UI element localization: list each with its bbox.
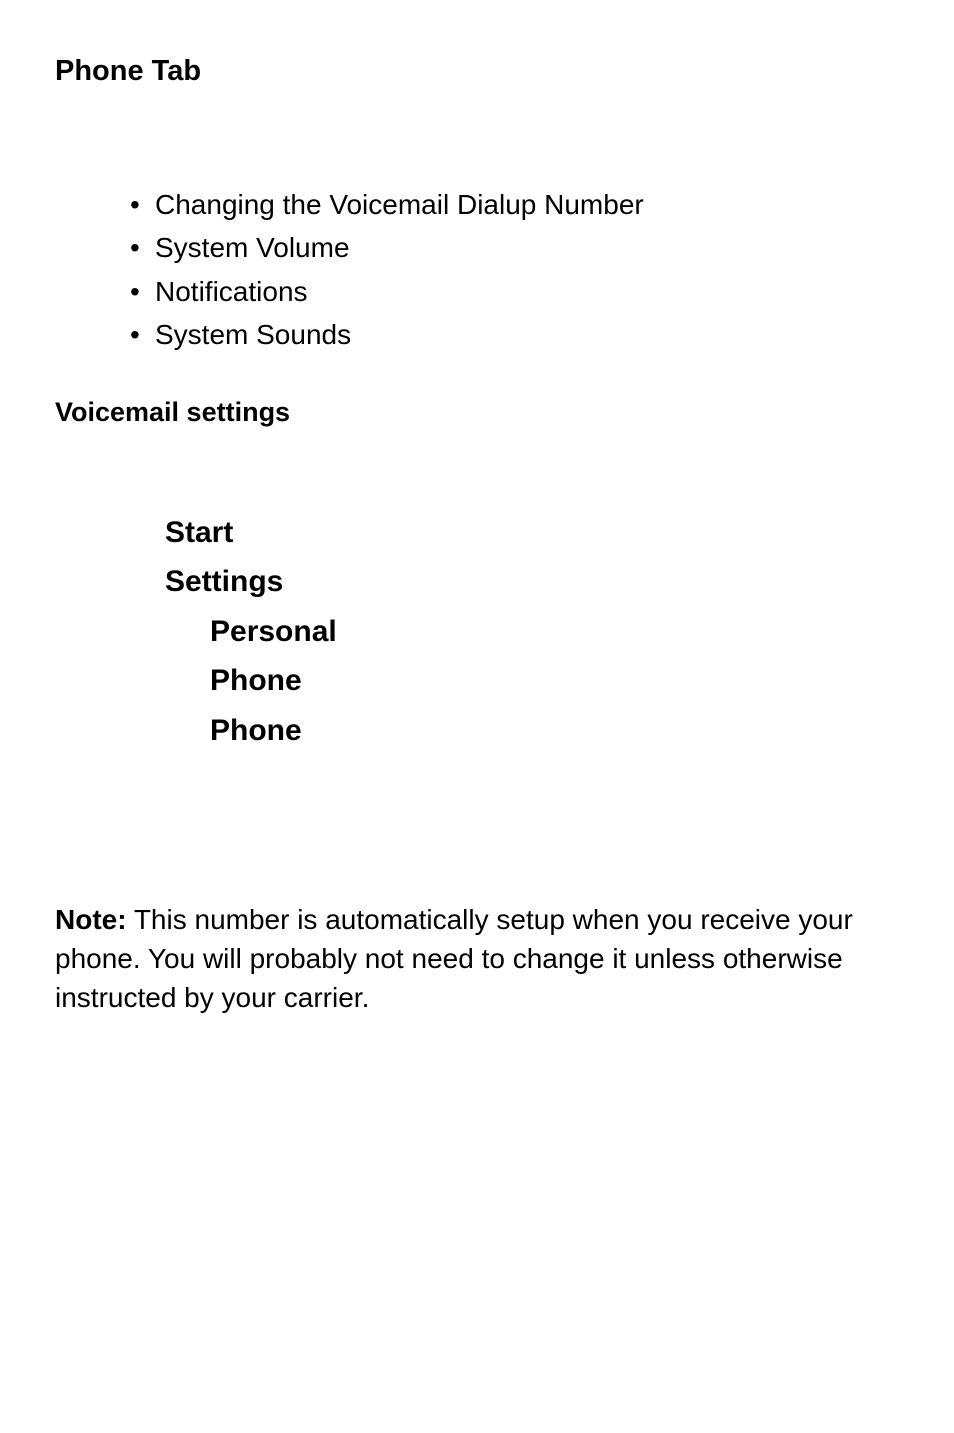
nav-item-personal: Personal (210, 607, 899, 657)
sub-heading: Voicemail settings (55, 397, 899, 428)
note-body: This number is automatically setup when … (55, 904, 853, 1013)
note-label: Note: (55, 904, 127, 935)
list-item: System Volume (130, 226, 899, 269)
list-item: Notifications (130, 270, 899, 313)
note-text: Note: This number is automatically setup… (55, 900, 899, 1018)
nav-item-start: Start (165, 508, 899, 558)
list-item: Changing the Voicemail Dialup Number (130, 183, 899, 226)
list-item: System Sounds (130, 313, 899, 356)
navigation-path: Start Settings Personal Phone Phone (165, 508, 899, 756)
section-heading: Phone Tab (55, 55, 899, 88)
nav-item-phone-tab: Phone (210, 706, 899, 756)
nav-item-phone: Phone (210, 656, 899, 706)
nav-item-settings: Settings (165, 557, 899, 607)
feature-list: Changing the Voicemail Dialup Number Sys… (130, 183, 899, 357)
